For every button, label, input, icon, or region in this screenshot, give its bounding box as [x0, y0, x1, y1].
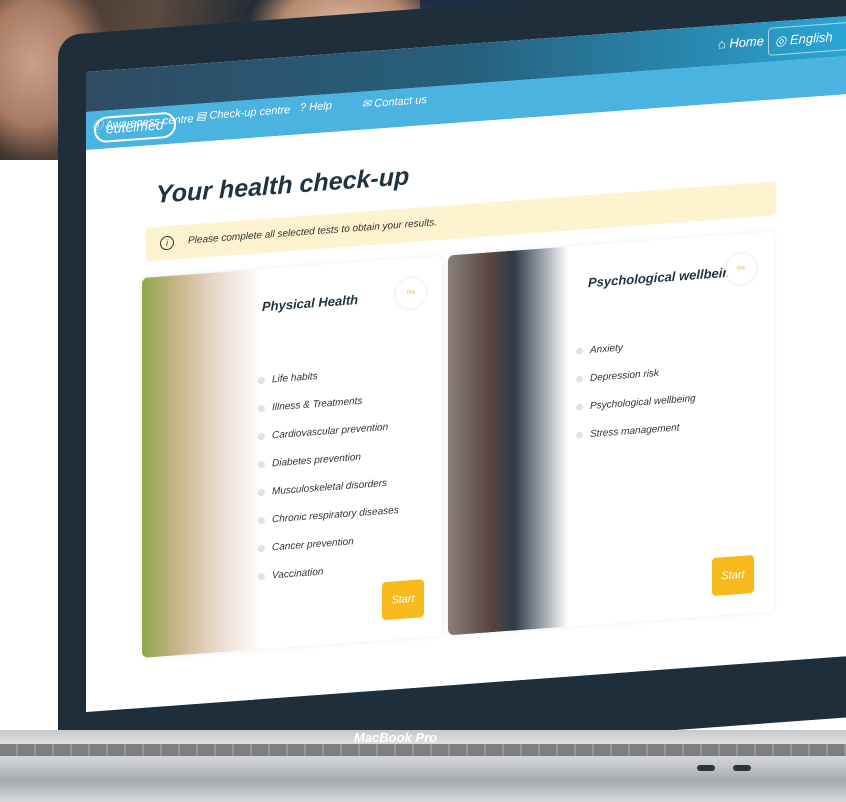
- screen: ⌂ Home ◎ English eutelmed ⓘ Awareness ce…: [86, 15, 846, 713]
- card-psychological-wellbeing: Psychological wellbeing 0% Anxiety Depre…: [448, 231, 774, 636]
- card-photo: [448, 246, 568, 636]
- notice-text: Please complete all selected tests to ob…: [188, 217, 438, 247]
- laptop: ⌂ Home ◎ English eutelmed ⓘ Awareness ce…: [0, 0, 846, 802]
- help-icon: ?: [300, 101, 307, 115]
- language-label: English: [789, 29, 833, 48]
- nav-item-label: Help: [309, 99, 332, 114]
- start-button[interactable]: Start: [382, 579, 424, 621]
- keyboard-edge: [0, 744, 846, 756]
- status-dot: [258, 516, 265, 525]
- card-title: Physical Health: [262, 292, 359, 315]
- status-dot: [258, 460, 265, 469]
- card-photo: [142, 269, 262, 658]
- page-title: Your health check-up: [156, 162, 410, 209]
- progress-badge: 0%: [396, 277, 426, 310]
- home-link[interactable]: ⌂ Home: [718, 33, 764, 51]
- status-dot: [576, 431, 583, 440]
- mail-icon: ✉: [362, 98, 372, 111]
- home-label: Home: [729, 33, 764, 51]
- main-content: Your health check-up i Please complete a…: [86, 93, 846, 713]
- test-list: Anxiety Depression risk Psychological we…: [576, 329, 696, 450]
- clipboard-icon: ▤: [196, 110, 207, 123]
- status-dot: [576, 403, 583, 412]
- status-dot: [576, 375, 583, 384]
- language-select[interactable]: ◎ English: [768, 21, 846, 56]
- usb-port: [697, 765, 715, 771]
- device-brand: MacBook Pro: [354, 730, 438, 745]
- status-dot: [576, 347, 583, 356]
- status-dot: [258, 432, 265, 441]
- status-dot: [258, 488, 265, 497]
- progress-badge: 0%: [726, 252, 756, 286]
- test-list: Life habits Illness & Treatments Cardiov…: [258, 357, 399, 591]
- info-icon: i: [160, 235, 174, 251]
- nav-item-help[interactable]: ? Help: [300, 100, 332, 114]
- card-title: Psychological wellbeing: [588, 264, 739, 291]
- globe-icon: ◎: [775, 32, 787, 49]
- start-button[interactable]: Start: [712, 554, 754, 597]
- status-dot: [258, 572, 265, 581]
- status-dot: [258, 544, 265, 553]
- card-physical-health: Physical Health 0% Life habits Illness &…: [142, 255, 442, 658]
- status-dot: [258, 404, 265, 413]
- status-dot: [258, 376, 265, 385]
- info-icon: ⓘ: [92, 119, 103, 133]
- usb-port: [733, 765, 751, 771]
- home-icon: ⌂: [717, 36, 726, 52]
